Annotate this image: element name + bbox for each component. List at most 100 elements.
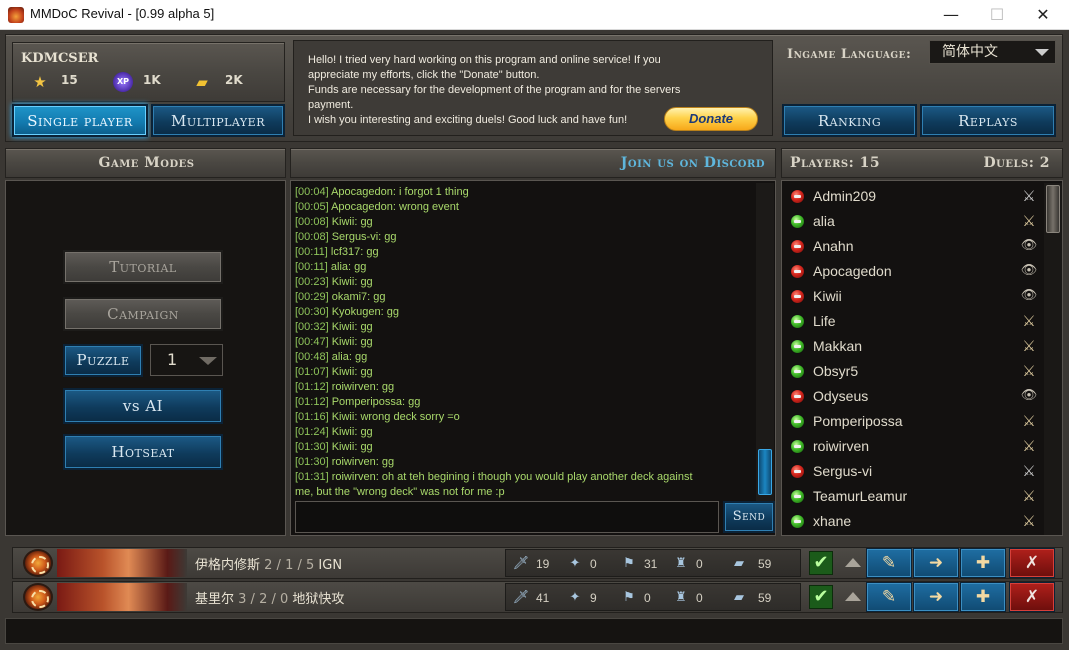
add-deck-button[interactable]: ✚ — [960, 582, 1006, 612]
move-up-icon[interactable] — [845, 592, 861, 601]
chat-user[interactable]: roiwirven: — [332, 381, 379, 393]
chat-user[interactable]: Kiwii: — [332, 441, 358, 453]
player-row[interactable]: Odyseus 👁 — [782, 384, 1044, 409]
language-select[interactable]: 简体中文 — [929, 40, 1056, 64]
tutorial-button[interactable]: Tutorial — [63, 250, 223, 284]
player-row[interactable]: TeamurLeamur ⚔ — [782, 484, 1044, 509]
player-row[interactable]: Pomperipossa ⚔ — [782, 409, 1044, 434]
players-scrollbar[interactable] — [1044, 183, 1062, 535]
chat-message: oh at teh begining i though you would pl… — [381, 471, 693, 483]
player-row[interactable]: Obsyr5 ⚔ — [782, 359, 1044, 384]
chat-timestamp: [00:04] — [295, 186, 329, 198]
chat-user[interactable]: Pomperipossa: — [332, 396, 405, 408]
discord-link[interactable]: Join us on Discord — [621, 155, 765, 171]
deck-tag: 地狱快攻 — [292, 592, 345, 607]
export-deck-button[interactable]: ➜ — [913, 548, 959, 578]
player-name: alia — [813, 213, 835, 229]
deck-magic: 9 — [590, 591, 597, 605]
player-name: Apocagedon — [813, 263, 892, 279]
send-button[interactable]: Send — [723, 501, 775, 533]
maximize-button[interactable]: ☐ — [974, 0, 1020, 30]
chat-user[interactable]: roiwirven: — [332, 471, 379, 483]
chat-user[interactable]: okami7: — [332, 291, 371, 303]
swords-icon[interactable]: ⚔ — [1018, 512, 1040, 530]
chat-input[interactable] — [295, 501, 719, 533]
deck-row[interactable]: 伊格内修斯 2 / 1 / 5 IGN 🗡 19 ✦ 0 ⚑ 31 ♜ 0 ▰ 59 ✔ ✎ ➜ ✚ ✗ — [12, 547, 1063, 579]
chat-user[interactable]: Kiwii: — [332, 216, 358, 228]
player-row[interactable]: Life ⚔ — [782, 309, 1044, 334]
swords-grey-icon[interactable]: ⚔ — [1018, 462, 1040, 480]
ranking-button[interactable]: Ranking — [782, 104, 917, 137]
language-label: Ingame Language: — [787, 47, 912, 62]
puzzle-select[interactable]: 1 — [150, 344, 223, 376]
puzzle-button[interactable]: Puzzle — [63, 344, 143, 377]
chat-user[interactable]: Kiwii: — [332, 366, 358, 378]
chat-user[interactable]: Kiwii: — [332, 321, 358, 333]
chat-line: [00:29] okami7: gg — [295, 290, 751, 305]
eye-icon[interactable]: 👁 — [1018, 262, 1040, 280]
swords-icon[interactable]: ⚔ — [1018, 362, 1040, 380]
multiplayer-button[interactable]: Multiplayer — [151, 104, 285, 137]
status-green-icon — [790, 514, 805, 529]
donate-button[interactable]: Donate — [664, 107, 758, 131]
chat-user[interactable]: Kiwii: — [332, 336, 358, 348]
select-deck-checkbox[interactable]: ✔ — [809, 551, 833, 575]
announcement-line: Funds are necessary for the development … — [308, 84, 681, 96]
swords-icon[interactable]: ⚔ — [1018, 487, 1040, 505]
delete-deck-button[interactable]: ✗ — [1009, 582, 1055, 612]
single-player-button[interactable]: Single player — [12, 104, 148, 137]
chat-user[interactable]: alia: — [331, 261, 351, 273]
swords-icon[interactable]: ⚔ — [1018, 337, 1040, 355]
language-value: 简体中文 — [942, 44, 998, 60]
eye-icon[interactable]: 👁 — [1018, 387, 1040, 405]
chat-user[interactable]: Kiwii: — [332, 276, 358, 288]
player-row[interactable]: roiwirven ⚔ — [782, 434, 1044, 459]
chat-scrollbar-thumb[interactable] — [758, 449, 772, 495]
player-name: Makkan — [813, 338, 863, 354]
chat-user[interactable]: Kiwii: — [332, 411, 358, 423]
chat-user[interactable]: lcf317: — [331, 246, 363, 258]
swords-icon[interactable]: ⚔ — [1018, 437, 1040, 455]
chat-user[interactable]: Kiwii: — [332, 426, 358, 438]
hotseat-button[interactable]: Hotseat — [63, 434, 223, 470]
player-row[interactable]: Makkan ⚔ — [782, 334, 1044, 359]
swords-icon[interactable]: ⚔ — [1018, 412, 1040, 430]
player-row[interactable]: Apocagedon 👁 — [782, 259, 1044, 284]
player-row[interactable]: Anahn 👁 — [782, 234, 1044, 259]
swords-icon[interactable]: ⚔ — [1018, 212, 1040, 230]
flag-icon: ⚑ — [623, 556, 635, 571]
hero-name: 伊格内修斯 — [195, 558, 261, 573]
deck-row[interactable]: 基里尔 3 / 2 / 0 地狱快攻 🗡 41 ✦ 9 ⚑ 0 ♜ 0 ▰ 59 ✔ ✎ ➜ ✚ ✗ — [12, 581, 1063, 613]
chat-user[interactable]: Kyokugen: — [332, 306, 384, 318]
move-up-icon[interactable] — [845, 558, 861, 567]
replays-button[interactable]: Replays — [920, 104, 1056, 137]
chat-user[interactable]: roiwirven: — [332, 456, 379, 468]
select-deck-checkbox[interactable]: ✔ — [809, 585, 833, 609]
tower-icon: ♜ — [675, 556, 687, 571]
chat-user[interactable]: alia: — [332, 351, 352, 363]
vs-ai-button[interactable]: vs AI — [63, 388, 223, 424]
player-row[interactable]: Sergus-vi ⚔ — [782, 459, 1044, 484]
player-row[interactable]: xhane ⚔ — [782, 509, 1044, 534]
close-button[interactable]: ✕ — [1020, 0, 1066, 30]
player-row[interactable]: alia ⚔ — [782, 209, 1044, 234]
swords-icon[interactable]: ⚔ — [1018, 312, 1040, 330]
chat-user[interactable]: Sergus-vi: — [332, 231, 382, 243]
player-row[interactable]: Admin209 ⚔ — [782, 184, 1044, 209]
chat-user[interactable]: Apocagedon: — [331, 186, 396, 198]
eye-icon[interactable]: 👁 — [1018, 237, 1040, 255]
chat-panel: [00:04] Apocagedon: i forgot 1 thing [00:… — [290, 180, 776, 536]
player-row[interactable]: Kiwii 👁 — [782, 284, 1044, 309]
delete-deck-button[interactable]: ✗ — [1009, 548, 1055, 578]
chat-user[interactable]: Apocagedon: — [331, 201, 396, 213]
add-deck-button[interactable]: ✚ — [960, 548, 1006, 578]
eye-icon[interactable]: 👁 — [1018, 287, 1040, 305]
minimize-button[interactable]: — — [928, 0, 974, 30]
edit-deck-button[interactable]: ✎ — [866, 548, 912, 578]
edit-deck-button[interactable]: ✎ — [866, 582, 912, 612]
export-deck-button[interactable]: ➜ — [913, 582, 959, 612]
status-green-icon — [790, 314, 805, 329]
swords-grey-icon[interactable]: ⚔ — [1018, 187, 1040, 205]
players-scrollbar-thumb[interactable] — [1046, 185, 1060, 233]
campaign-button[interactable]: Campaign — [63, 297, 223, 331]
